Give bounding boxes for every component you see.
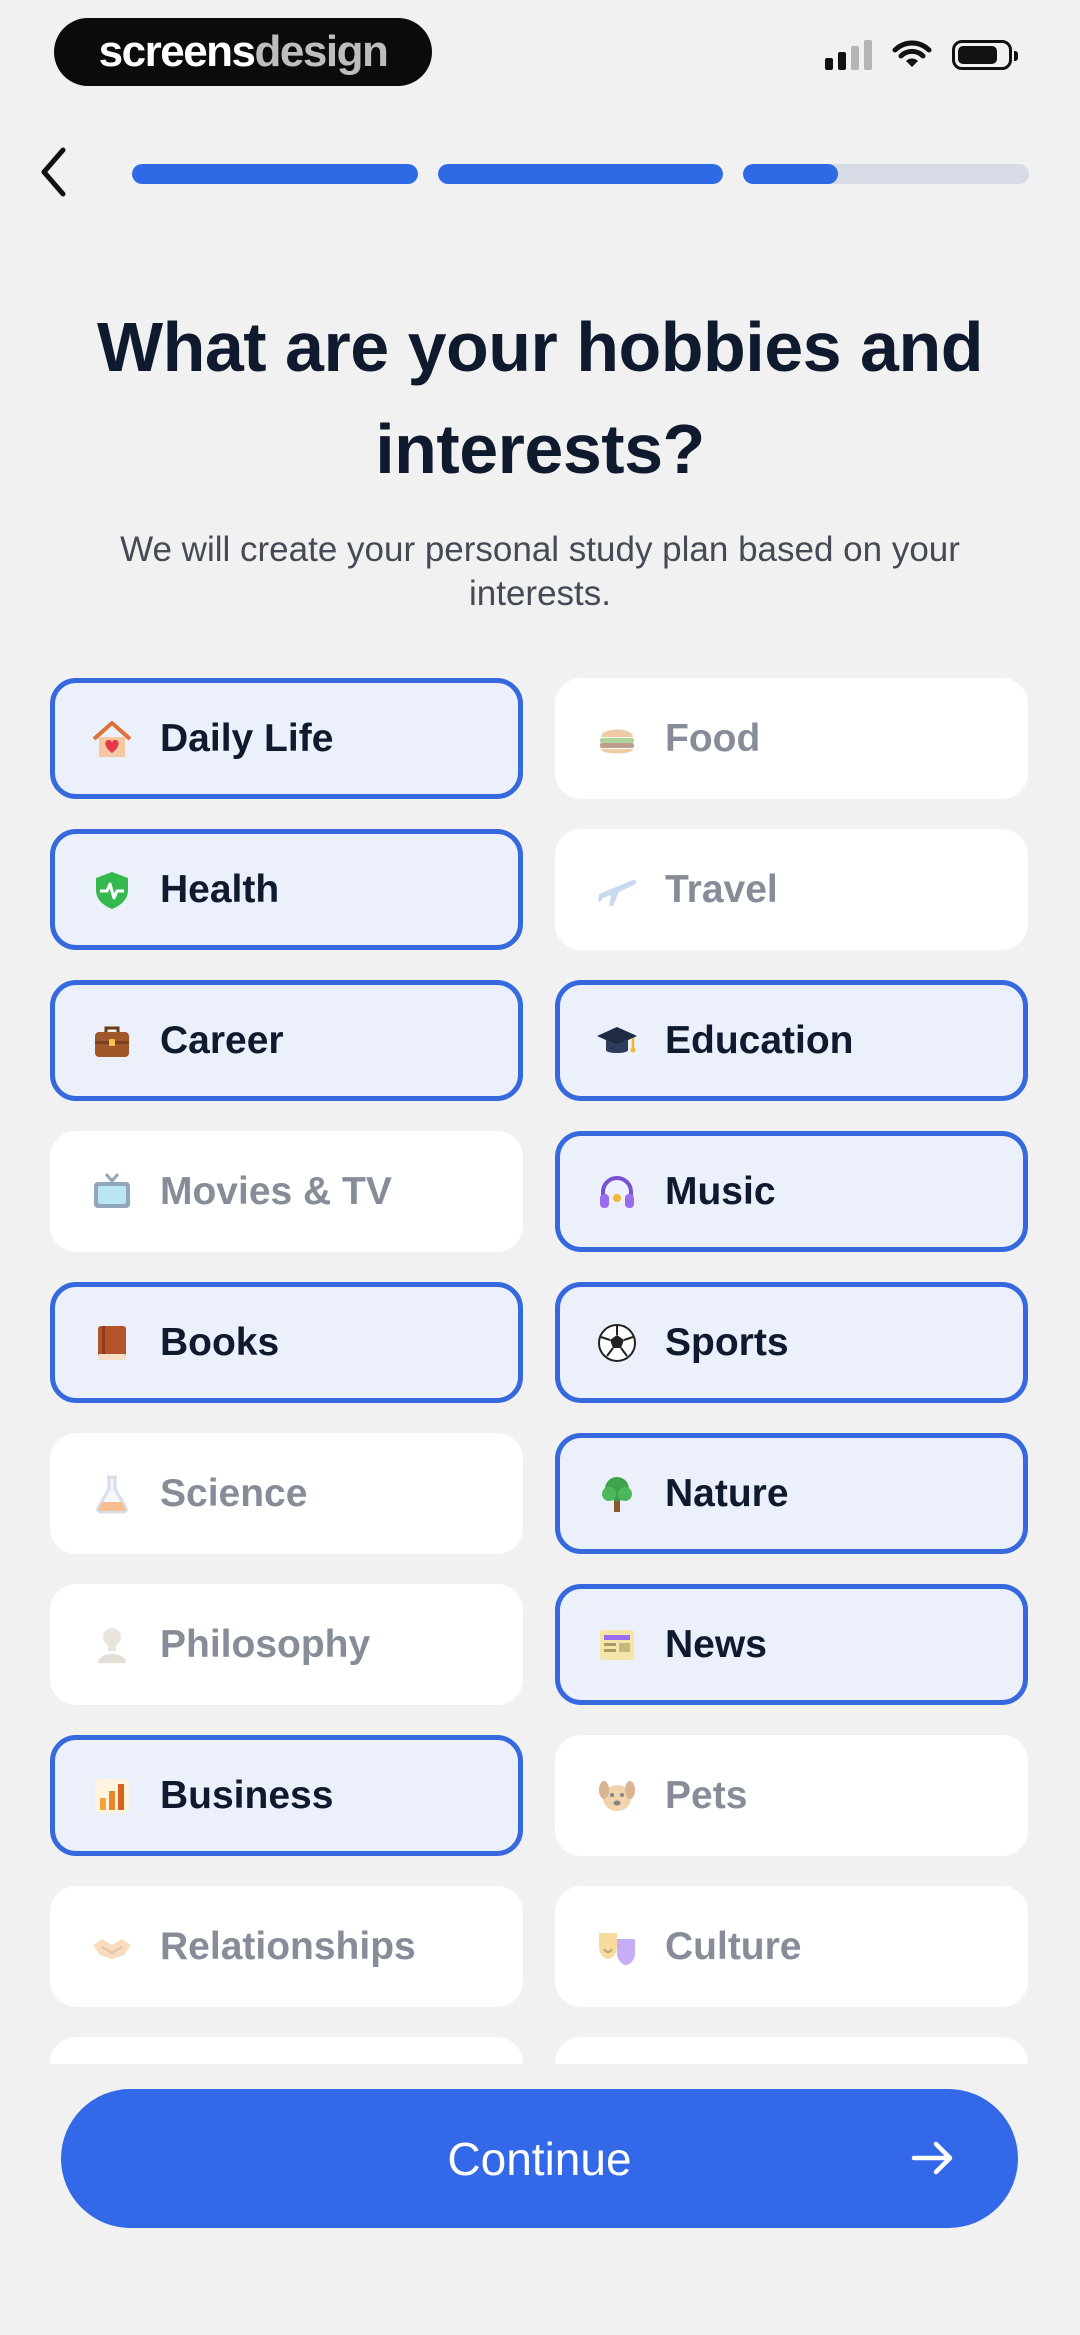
interest-label: Relationships: [160, 1924, 416, 1968]
interest-chip-books[interactable]: Books: [50, 1282, 523, 1403]
chevron-left-icon: [41, 147, 66, 197]
interest-chip-relationships[interactable]: Relationships: [50, 1886, 523, 2007]
interest-label: Science: [160, 1471, 308, 1515]
burger-icon: [593, 715, 641, 763]
interest-label: Pets: [665, 1773, 748, 1817]
tree-icon: [593, 1470, 641, 1518]
interest-label: Daily Life: [160, 716, 334, 760]
dog-icon: [593, 1772, 641, 1820]
interest-label: Travel: [665, 867, 778, 911]
progress-fill: [437, 164, 724, 184]
interest-chip-pets[interactable]: Pets: [555, 1735, 1028, 1856]
page-title: What are your hobbies and interests?: [97, 308, 983, 488]
interest-label: Music: [665, 1169, 776, 1213]
interest-chip-news[interactable]: News: [555, 1584, 1028, 1705]
graduation-cap-icon: [593, 1017, 641, 1065]
progress-segment-2: [437, 164, 724, 184]
bust-statue-icon: [88, 1621, 136, 1669]
interest-chip-career[interactable]: Career: [50, 980, 523, 1101]
status-bar-indicators: [825, 40, 1018, 70]
progress-segment-1: [132, 164, 418, 184]
tv-icon: [88, 1168, 136, 1216]
house-heart-icon: [88, 715, 136, 763]
interest-chip-health[interactable]: Health: [50, 829, 523, 950]
interest-label: Health: [160, 867, 280, 911]
interest-chip-travel[interactable]: Travel: [555, 829, 1028, 950]
theater-masks-icon: [593, 1923, 641, 1971]
interest-chip-daily-life[interactable]: Daily Life: [50, 678, 523, 799]
briefcase-icon: [88, 1017, 136, 1065]
interest-label: News: [665, 1622, 767, 1666]
battery-icon: [952, 40, 1018, 70]
bar-chart-icon: [88, 1772, 136, 1820]
interest-label: Nature: [665, 1471, 789, 1515]
interest-chip-education[interactable]: Education: [555, 980, 1028, 1101]
interest-grid: Daily Life Food Health Travel Career Educatio…: [50, 678, 1030, 2064]
headphones-icon: [593, 1168, 641, 1216]
newspaper-icon: [593, 1621, 641, 1669]
progress-fill: [132, 164, 418, 184]
interest-chip-movies-tv[interactable]: Movies & TV: [50, 1131, 523, 1252]
interest-label: Career: [160, 1018, 284, 1062]
interest-label: Education: [665, 1018, 854, 1062]
interest-chip-philosophy[interactable]: Philosophy: [50, 1584, 523, 1705]
soccer-ball-icon: [593, 1319, 641, 1367]
interest-chip-sports[interactable]: Sports: [555, 1282, 1028, 1403]
interest-chip-nature[interactable]: Nature: [555, 1433, 1028, 1554]
interest-label: Books: [160, 1320, 280, 1364]
onboarding-progress: [132, 164, 1030, 184]
arrow-right-icon: [911, 2141, 953, 2175]
interest-chip-more-19[interactable]: [555, 2037, 1028, 2064]
interest-label: Philosophy: [160, 1622, 371, 1666]
interest-chip-culture[interactable]: Culture: [555, 1886, 1028, 2007]
page-subtitle: We will create your personal study plan …: [120, 530, 960, 613]
interest-chip-more-18[interactable]: [50, 2037, 523, 2064]
handshake-icon: [88, 1923, 136, 1971]
flask-icon: [88, 1470, 136, 1518]
interest-chip-food[interactable]: Food: [555, 678, 1028, 799]
interest-chip-music[interactable]: Music: [555, 1131, 1028, 1252]
cellular-signal-icon: [825, 40, 872, 70]
airplane-icon: [593, 866, 641, 914]
back-button[interactable]: [28, 142, 78, 202]
interest-chip-science[interactable]: Science: [50, 1433, 523, 1554]
interest-label: Food: [665, 716, 761, 760]
brand-text-screens: screens: [98, 27, 256, 76]
interest-label: Business: [160, 1773, 334, 1817]
interest-chip-business[interactable]: Business: [50, 1735, 523, 1856]
interest-label: Culture: [665, 1924, 802, 1968]
shield-pulse-icon: [88, 866, 136, 914]
continue-button[interactable]: Continue: [61, 2089, 1018, 2228]
book-icon: [88, 1319, 136, 1367]
progress-segment-3: [743, 164, 1030, 184]
progress-fill: [743, 164, 838, 184]
interest-label: Movies & TV: [160, 1169, 392, 1213]
brand-text-design: design: [254, 27, 389, 76]
continue-label: Continue: [447, 2132, 632, 2185]
brand-badge: screens design: [54, 18, 432, 86]
wifi-icon: [892, 40, 932, 67]
interest-label: Sports: [665, 1320, 789, 1364]
